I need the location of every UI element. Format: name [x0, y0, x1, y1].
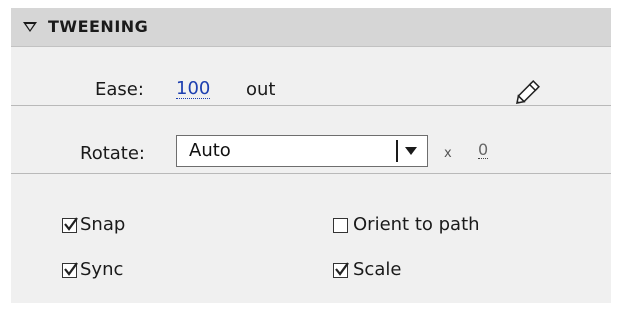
sync-label[interactable]: Sync [80, 259, 123, 280]
pencil-icon[interactable] [514, 76, 544, 106]
times-symbol: x [444, 146, 452, 161]
snap-checkbox[interactable] [62, 217, 78, 233]
rotate-count[interactable]: 0 [478, 141, 489, 159]
orient-to-path-label[interactable]: Orient to path [353, 214, 480, 235]
check-icon [64, 217, 78, 231]
ease-label: Ease: [95, 79, 144, 100]
chevron-down-icon[interactable] [405, 147, 417, 155]
check-icon [64, 262, 78, 276]
snap-label[interactable]: Snap [80, 214, 125, 235]
rotate-selected-value: Auto [189, 140, 231, 161]
select-divider [396, 140, 398, 162]
rotate-label: Rotate: [80, 143, 145, 164]
collapse-triangle-icon[interactable] [23, 22, 37, 32]
sync-checkbox[interactable] [62, 262, 78, 278]
scale-checkbox[interactable] [333, 262, 349, 278]
section-title: TWEENING [48, 17, 149, 36]
section-header[interactable]: TWEENING [11, 8, 611, 47]
check-icon [335, 262, 349, 276]
rotate-select[interactable]: Auto [176, 135, 428, 167]
ease-direction: out [246, 79, 276, 100]
orient-to-path-checkbox[interactable] [333, 218, 348, 233]
scale-label[interactable]: Scale [353, 259, 401, 280]
ease-value[interactable]: 100 [176, 79, 211, 99]
